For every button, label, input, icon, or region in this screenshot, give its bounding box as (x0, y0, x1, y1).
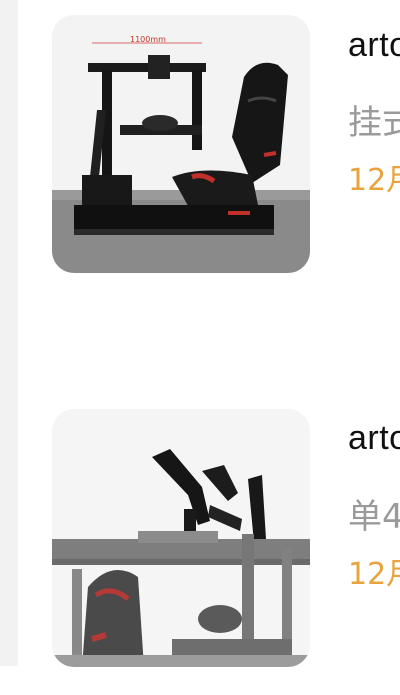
product-date: 12月 (348, 557, 400, 592)
product-title[interactable]: arto (348, 419, 400, 458)
product-date: 12月 (348, 163, 400, 198)
product-subtitle: 单4 (348, 497, 400, 537)
product-card[interactable]: 1100mm arto 挂式 12月 (18, 0, 400, 300)
sim-rig-image (52, 409, 310, 667)
product-image[interactable]: 1100mm (52, 15, 310, 273)
product-title[interactable]: arto (348, 26, 400, 65)
sim-rig-image: 1100mm (52, 15, 310, 273)
product-image[interactable] (52, 409, 310, 667)
dimension-label: 1100mm (130, 35, 166, 44)
left-rail (0, 0, 18, 666)
product-card[interactable]: arto 单4 12月 (18, 395, 400, 695)
product-subtitle: 挂式 (348, 103, 400, 143)
